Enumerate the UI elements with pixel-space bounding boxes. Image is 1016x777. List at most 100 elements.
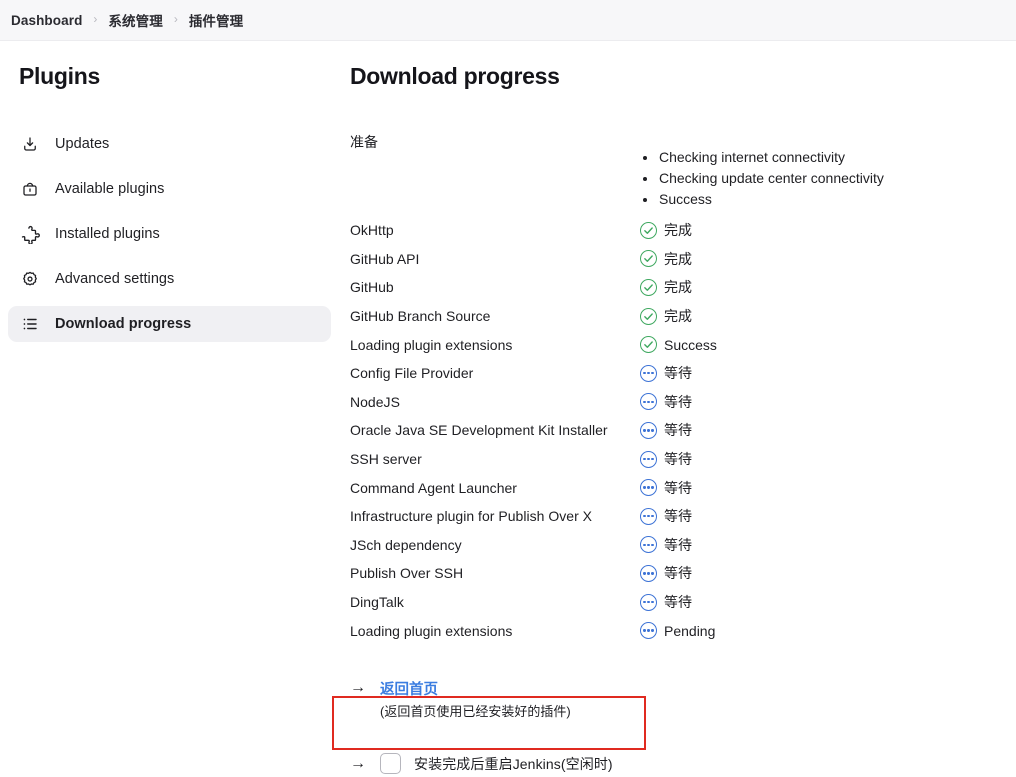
pending-dots-icon bbox=[640, 536, 657, 554]
plugin-name: GitHub Branch Source bbox=[350, 308, 491, 325]
pending-dots-icon bbox=[640, 364, 657, 382]
plugin-progress-row: SSH server 等待 bbox=[350, 445, 1016, 474]
plugin-status-text: 等待 bbox=[664, 422, 692, 439]
plugin-status-text: 等待 bbox=[664, 536, 692, 553]
plugin-status-text: 等待 bbox=[664, 365, 692, 382]
puzzle-icon bbox=[19, 223, 41, 245]
plugin-status-text: 等待 bbox=[664, 594, 692, 611]
sidebar-item-advanced-settings[interactable]: Advanced settings bbox=[8, 261, 331, 297]
plugin-progress-row: Publish Over SSH 等待 bbox=[350, 559, 1016, 588]
sidebar-title: Plugins bbox=[19, 63, 100, 89]
plugin-status-cell: 完成 bbox=[640, 249, 692, 269]
plugin-progress-row: NodeJS 等待 bbox=[350, 388, 1016, 417]
plugin-name: OkHttp bbox=[350, 222, 394, 239]
success-check-icon bbox=[640, 250, 657, 268]
pending-dots-icon bbox=[640, 393, 657, 411]
arrow-right-icon: → bbox=[350, 679, 366, 697]
pending-dots-icon bbox=[640, 564, 657, 582]
gear-icon bbox=[19, 268, 41, 290]
sidebar-item-label: Installed plugins bbox=[55, 226, 160, 242]
breadcrumb-bar: Dashboard › 系统管理 › 插件管理 bbox=[0, 0, 1016, 41]
restart-jenkins-checkbox[interactable] bbox=[380, 753, 401, 775]
pending-dots-icon bbox=[640, 479, 657, 497]
sidebar-item-installed-plugins[interactable]: Installed plugins bbox=[8, 216, 331, 252]
plugin-progress-row: Config File Provider 等待 bbox=[350, 359, 1016, 388]
plugin-status-text: 等待 bbox=[664, 479, 692, 496]
plugin-status-text: 等待 bbox=[664, 451, 692, 468]
footer-section: → 返回首页 (返回首页使用已经安装好的插件) → 安装完成后重启Jenkins… bbox=[332, 678, 1016, 776]
bag-icon bbox=[19, 178, 41, 200]
plugin-status-cell: 完成 bbox=[640, 220, 692, 240]
plugin-name: Loading plugin extensions bbox=[350, 622, 513, 639]
sidebar: Plugins Updates Available plugins Instal… bbox=[0, 41, 350, 351]
list-icon bbox=[19, 313, 41, 335]
plugin-progress-row: Command Agent Launcher 等待 bbox=[350, 473, 1016, 502]
plugin-progress-row: Oracle Java SE Development Kit Installer… bbox=[350, 416, 1016, 445]
breadcrumb-item-system-management[interactable]: 系统管理 bbox=[108, 10, 162, 30]
plugin-status-text: Success bbox=[664, 336, 717, 353]
prepare-label: 准备 bbox=[350, 134, 378, 150]
success-check-icon bbox=[640, 278, 657, 296]
plugin-status-cell: 完成 bbox=[640, 277, 692, 297]
plugin-progress-row: OkHttp 完成 bbox=[350, 216, 1016, 245]
plugin-progress-row: JSch dependency 等待 bbox=[350, 531, 1016, 560]
plugin-status-text: 完成 bbox=[664, 308, 692, 325]
success-check-icon bbox=[640, 336, 657, 354]
plugin-status-text: 等待 bbox=[664, 565, 692, 582]
plugin-progress-row: GitHub 完成 bbox=[350, 273, 1016, 302]
breadcrumb-item-plugin-management[interactable]: 插件管理 bbox=[189, 10, 243, 30]
plugin-status-cell: Success bbox=[640, 336, 717, 354]
sidebar-item-updates[interactable]: Updates bbox=[8, 126, 331, 162]
plugin-status-cell: 等待 bbox=[640, 449, 692, 469]
plugin-status-cell: 等待 bbox=[640, 535, 692, 555]
restart-checkbox-row: → 安装完成后重启Jenkins(空闲时) bbox=[350, 752, 1016, 776]
plugin-name: DingTalk bbox=[350, 594, 404, 611]
success-check-icon bbox=[640, 221, 657, 239]
plugin-progress-row: Loading plugin extensions Success bbox=[350, 330, 1016, 359]
prepare-step: Checking internet connectivity bbox=[640, 147, 884, 168]
plugin-name: JSch dependency bbox=[350, 536, 462, 553]
breadcrumb-item-dashboard[interactable]: Dashboard bbox=[11, 13, 82, 28]
plugin-status-cell: 等待 bbox=[640, 478, 692, 498]
restart-jenkins-label: 安装完成后重启Jenkins(空闲时) bbox=[414, 755, 613, 772]
pending-dots-icon bbox=[640, 450, 657, 468]
pending-dots-icon bbox=[640, 593, 657, 611]
plugin-status-cell: Pending bbox=[640, 622, 716, 640]
arrow-right-icon: → bbox=[350, 754, 366, 772]
prepare-section: 准备 Checking internet connectivity Checki… bbox=[350, 132, 1016, 207]
sidebar-item-download-progress[interactable]: Download progress bbox=[8, 306, 331, 342]
plugin-name: Oracle Java SE Development Kit Installer bbox=[350, 422, 608, 439]
plugin-status-cell: 等待 bbox=[640, 563, 692, 583]
sidebar-item-available-plugins[interactable]: Available plugins bbox=[8, 171, 331, 207]
sidebar-item-label: Advanced settings bbox=[55, 271, 175, 287]
plugin-name: Command Agent Launcher bbox=[350, 479, 517, 496]
plugin-name: Infrastructure plugin for Publish Over X bbox=[350, 508, 593, 525]
plugin-status-text: 完成 bbox=[664, 222, 692, 239]
sidebar-item-label: Available plugins bbox=[55, 181, 165, 197]
plugin-progress-list: OkHttp 完成 GitHub API 完成 GitHub 完成 GitHub Branc… bbox=[350, 216, 1016, 645]
plugin-name: Publish Over SSH bbox=[350, 565, 464, 582]
plugin-progress-row: DingTalk 等待 bbox=[350, 588, 1016, 617]
restart-highlight-box bbox=[332, 695, 646, 750]
breadcrumb-separator-icon: › bbox=[93, 12, 98, 26]
plugin-name: GitHub bbox=[350, 279, 394, 296]
download-icon bbox=[19, 133, 41, 155]
plugin-progress-row: GitHub API 完成 bbox=[350, 245, 1016, 274]
plugin-name: Config File Provider bbox=[350, 365, 474, 382]
plugin-name: Loading plugin extensions bbox=[350, 336, 513, 353]
plugin-status-text: 完成 bbox=[664, 250, 692, 267]
plugin-status-cell: 等待 bbox=[640, 363, 692, 383]
prepare-step: Checking update center connectivity bbox=[640, 168, 884, 189]
page-body: Plugins Updates Available plugins Instal… bbox=[0, 41, 1016, 776]
plugin-status-text: Pending bbox=[664, 622, 716, 639]
sidebar-item-label: Updates bbox=[55, 136, 110, 152]
plugin-progress-row: Loading plugin extensions Pending bbox=[350, 616, 1016, 645]
plugin-progress-row: GitHub Branch Source 完成 bbox=[350, 302, 1016, 331]
pending-dots-icon bbox=[640, 421, 657, 439]
pending-dots-icon bbox=[640, 507, 657, 525]
main-content: Download progress 准备 Checking internet c… bbox=[332, 41, 1016, 776]
sidebar-item-label: Download progress bbox=[55, 316, 192, 332]
plugin-status-text: 等待 bbox=[664, 508, 692, 525]
prepare-step-list: Checking internet connectivity Checking … bbox=[640, 147, 884, 210]
plugin-status-cell: 等待 bbox=[640, 506, 692, 526]
